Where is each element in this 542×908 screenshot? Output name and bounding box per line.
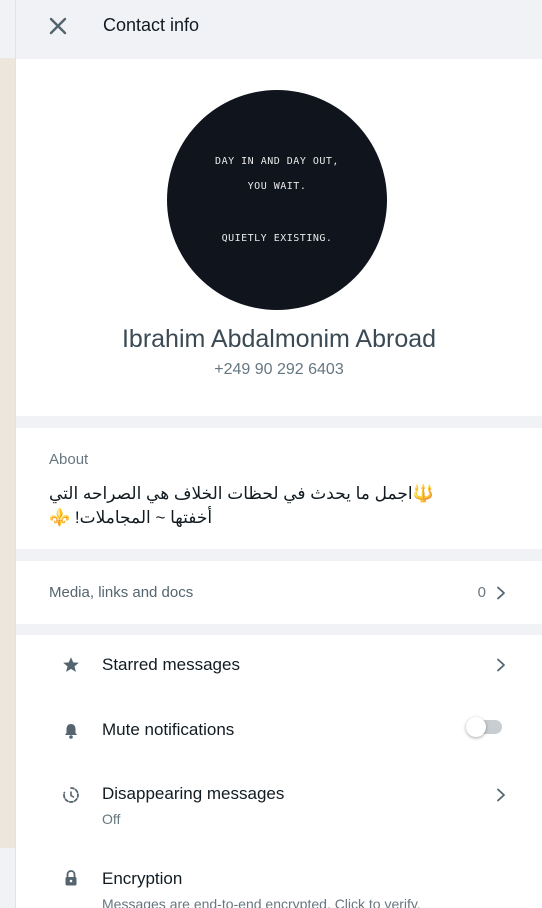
avatar-quote-line: YOU WAIT.: [247, 181, 307, 192]
encryption-subtitle: Messages are end-to-end encrypted. Click…: [102, 896, 421, 908]
profile-section: DAY IN AND DAY OUT, YOU WAIT. QUIETLY EX…: [16, 59, 542, 416]
contact-info-header: Contact info: [16, 0, 542, 59]
disappearing-messages-row[interactable]: Disappearing messages Off: [16, 761, 542, 841]
encryption-label: Encryption: [102, 869, 183, 888]
header-title: Contact info: [103, 15, 200, 35]
media-label: Media, links and docs: [49, 584, 194, 601]
about-section: About 🔱اجمل ما يحدث في لحظات الخلاف هي ا…: [16, 428, 542, 549]
avatar-quote-line: DAY IN AND DAY OUT,: [215, 156, 339, 167]
star-icon: [63, 657, 79, 672]
about-label: About: [49, 451, 89, 468]
settings-section: Starred messages Mute notifications Disa…: [16, 635, 542, 908]
toggle-knob: [466, 717, 486, 737]
chevron-right-icon: [497, 788, 505, 802]
lock-icon: [65, 870, 77, 886]
avatar[interactable]: DAY IN AND DAY OUT, YOU WAIT. QUIETLY EX…: [167, 90, 387, 310]
timer-icon: [63, 787, 79, 803]
chevron-right-icon: [497, 658, 505, 672]
contact-info-panel: Contact info DAY IN AND DAY OUT, YOU WAI…: [16, 0, 542, 908]
contact-name: Ibrahim Abdalmonim Abroad: [121, 325, 437, 353]
mute-notifications-row[interactable]: Mute notifications: [16, 697, 542, 761]
mute-notifications-toggle[interactable]: [466, 717, 502, 737]
close-icon: [49, 17, 67, 35]
mute-notifications-label: Mute notifications: [102, 720, 235, 739]
media-count: 0: [477, 584, 486, 601]
starred-messages-label: Starred messages: [102, 655, 240, 674]
encryption-row[interactable]: Encryption Messages are end-to-end encry…: [16, 841, 542, 908]
about-text: 🔱اجمل ما يحدث في لحظات الخلاف هي الصراحه…: [49, 484, 434, 527]
media-links-docs-row[interactable]: Media, links and docs 0: [16, 561, 542, 624]
disappearing-messages-label: Disappearing messages: [102, 784, 285, 803]
disappearing-messages-value: Off: [102, 811, 121, 827]
contact-phone: +249 90 292 6403: [214, 361, 344, 378]
close-button[interactable]: [46, 14, 70, 38]
starred-messages-row[interactable]: Starred messages: [16, 635, 542, 697]
avatar-quote-line: QUIETLY EXISTING.: [221, 233, 333, 244]
chat-background-strip: [0, 0, 16, 908]
bell-icon: [65, 724, 77, 739]
chevron-right-icon: [497, 586, 505, 600]
